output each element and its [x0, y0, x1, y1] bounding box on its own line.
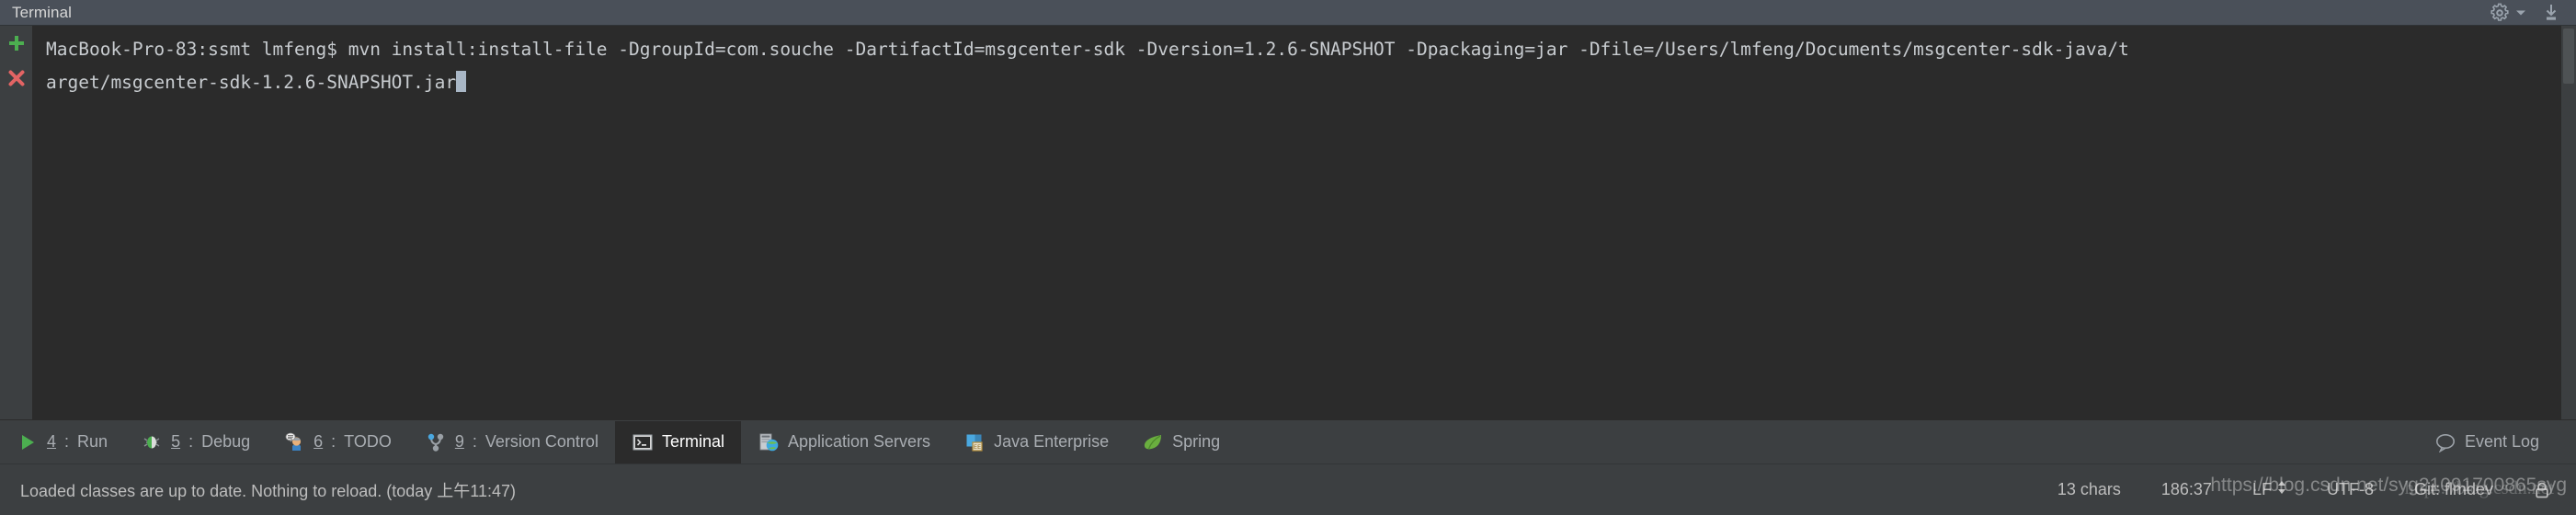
java-ee-icon: EE: [963, 431, 986, 453]
branch-icon: [425, 431, 447, 453]
tab-java-enterprise[interactable]: EE Java Enterprise: [947, 421, 1125, 464]
tab-version-control-label: Version Control: [484, 432, 598, 451]
tab-version-control[interactable]: 9: Version Control: [408, 421, 615, 464]
tab-todo-label: TODO: [344, 432, 392, 451]
status-line-separator-value: LF: [2251, 480, 2272, 498]
speech-bubble-icon: [2434, 431, 2456, 453]
status-caret-position[interactable]: 186:37: [2161, 480, 2212, 499]
tab-todo[interactable]: 6: TODO: [267, 421, 408, 464]
tab-java-enterprise-label: Java Enterprise: [994, 432, 1110, 451]
tab-terminal[interactable]: Terminal: [614, 420, 741, 464]
tab-debug[interactable]: 5: Debug: [124, 421, 267, 464]
terminal-session-gutter: [0, 26, 33, 419]
tool-window-title: Terminal: [12, 3, 73, 21]
status-message: Loaded classes are up to date. Nothing t…: [20, 481, 516, 500]
tool-window-actions: [2490, 3, 2576, 23]
tab-todo-sep: :: [331, 432, 336, 451]
tab-event-log-label: Event Log: [2464, 432, 2539, 451]
gear-icon[interactable]: [2490, 3, 2510, 23]
status-bar-right-group: 13 chars 186:37 LF UTF-8 Git: flmdev: [2057, 480, 2576, 499]
tab-debug-number: 5: [171, 432, 181, 451]
tab-version-control-sep: :: [472, 432, 477, 451]
tab-todo-number: 6: [313, 432, 324, 451]
tab-terminal-label: Terminal: [661, 432, 724, 451]
chevron-down-icon[interactable]: [2515, 7, 2526, 18]
tab-run[interactable]: 4: Run: [0, 421, 124, 464]
status-bar: Loaded classes are up to date. Nothing t…: [0, 464, 2576, 515]
terminal-prompt-icon: [632, 431, 654, 453]
terminal-output[interactable]: MacBook-Pro-83:ssmt lmfeng$ mvn install:…: [33, 26, 2576, 419]
app-server-icon: [758, 431, 780, 453]
hide-icon[interactable]: [2541, 3, 2561, 23]
tool-window-tab-bar: 4: Run 5: Debug 6: TODO 9: Version Cont…: [0, 419, 2576, 464]
tab-application-servers-label: Application Servers: [787, 432, 931, 451]
terminal-panel: MacBook-Pro-83:ssmt lmfeng$ mvn install:…: [0, 26, 2576, 419]
status-line-separator[interactable]: LF: [2252, 480, 2286, 499]
svg-text:EE: EE: [974, 443, 981, 451]
terminal-scrollbar[interactable]: [2561, 26, 2576, 419]
status-char-count: 13 chars: [2057, 480, 2121, 498]
tab-version-control-number: 9: [454, 432, 464, 451]
status-git-branch[interactable]: Git: flmdev: [2414, 480, 2493, 499]
lock-icon[interactable]: [2534, 481, 2550, 499]
status-encoding[interactable]: UTF-8: [2327, 480, 2374, 499]
tool-window-header: Terminal: [0, 0, 2576, 26]
todo-person-icon: [283, 431, 305, 453]
terminal-line-2-row: arget/msgcenter-sdk-1.2.6-SNAPSHOT.jar: [46, 66, 2576, 99]
debug-bug-icon: [141, 431, 163, 453]
close-session-button[interactable]: [5, 66, 28, 90]
spring-leaf-icon: [1142, 431, 1164, 453]
tab-run-label: Run: [77, 432, 108, 451]
terminal-line-1: MacBook-Pro-83:ssmt lmfeng$ mvn install:…: [46, 39, 2129, 60]
sort-updown-icon: [2277, 480, 2286, 499]
terminal-line-2: arget/msgcenter-sdk-1.2.6-SNAPSHOT.jar: [46, 72, 457, 93]
tab-spring-label: Spring: [1172, 432, 1221, 451]
tab-spring[interactable]: Spring: [1125, 421, 1237, 464]
tab-run-number: 4: [47, 432, 57, 451]
new-session-button[interactable]: [5, 31, 28, 55]
tab-debug-sep: :: [188, 432, 194, 451]
tab-debug-label: Debug: [201, 432, 251, 451]
terminal-scrollbar-thumb[interactable]: [2563, 29, 2574, 84]
tab-application-servers[interactable]: Application Servers: [741, 421, 947, 464]
tab-run-sep: :: [64, 432, 70, 451]
terminal-caret: [456, 71, 467, 92]
run-icon: [17, 431, 39, 453]
tab-event-log[interactable]: Event Log: [2418, 421, 2556, 464]
